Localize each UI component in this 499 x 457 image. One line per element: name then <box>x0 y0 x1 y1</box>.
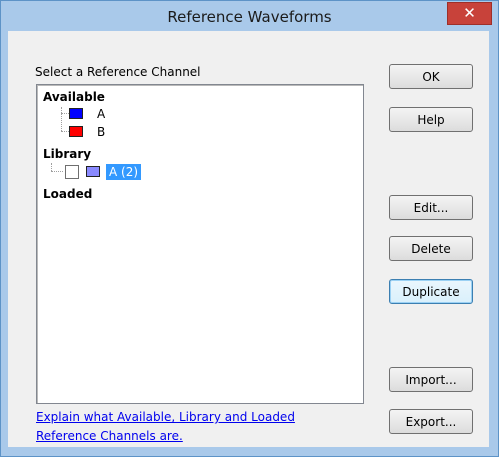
library-item-checkbox[interactable] <box>65 165 79 179</box>
tree-connector <box>51 171 63 172</box>
tree-item-available-a[interactable]: A <box>97 107 105 121</box>
ok-button[interactable]: OK <box>389 64 473 89</box>
close-button[interactable]: ✕ <box>447 2 492 25</box>
link-line-2[interactable]: Reference Channels are. <box>36 429 183 443</box>
delete-button[interactable]: Delete <box>389 236 473 261</box>
group-label: Select a Reference Channel <box>35 65 201 79</box>
channel-color-swatch <box>86 166 100 177</box>
close-icon: ✕ <box>463 4 476 22</box>
tree-connector <box>61 107 62 131</box>
tree-item-library-a2[interactable]: A (2) <box>106 164 142 180</box>
tree-connector <box>51 163 52 171</box>
tree-item-available-b[interactable]: B <box>97 125 105 139</box>
tree-heading-available[interactable]: Available <box>43 90 105 104</box>
channel-color-swatch <box>69 126 83 137</box>
import-button[interactable]: Import... <box>389 367 473 392</box>
tree-heading-library[interactable]: Library <box>43 147 91 161</box>
help-button[interactable]: Help <box>389 107 473 132</box>
duplicate-button[interactable]: Duplicate <box>389 279 473 304</box>
window-title: Reference Waveforms <box>167 8 332 26</box>
tree-heading-loaded[interactable]: Loaded <box>43 187 92 201</box>
explain-channels-link[interactable]: Explain what Available, Library and Load… <box>36 408 356 446</box>
reference-channel-tree[interactable]: Available A B Library A (2) Loaded <box>36 84 364 404</box>
channel-color-swatch <box>69 108 83 119</box>
link-line-1[interactable]: Explain what Available, Library and Load… <box>36 410 295 424</box>
export-button[interactable]: Export... <box>389 409 473 434</box>
edit-button[interactable]: Edit... <box>389 195 473 220</box>
title-bar[interactable]: Reference Waveforms ✕ <box>1 1 498 31</box>
